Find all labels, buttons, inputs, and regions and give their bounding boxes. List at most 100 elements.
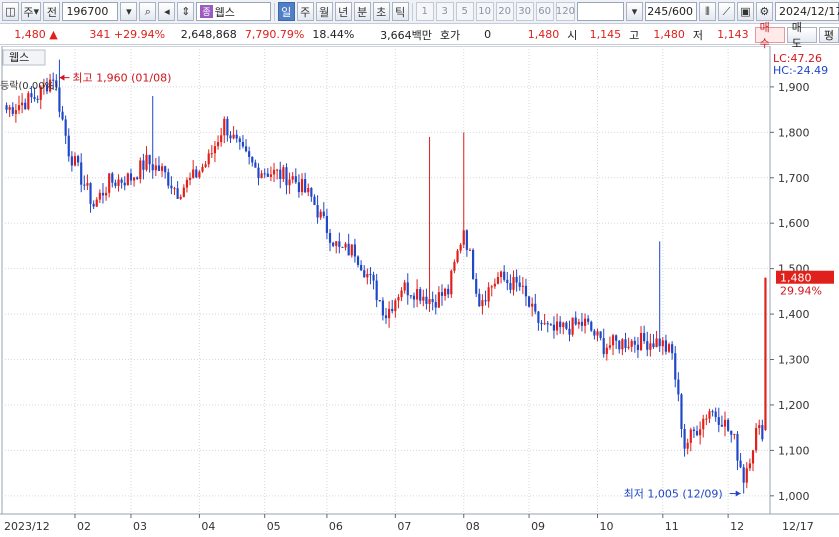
candle-body (527, 296, 531, 307)
candle-body (624, 339, 627, 348)
minute-30[interactable]: 30 (515, 2, 534, 21)
candle-body (692, 429, 695, 431)
minute-1[interactable]: 1 (415, 2, 434, 21)
eval-button[interactable]: 평 (818, 26, 839, 43)
high-price: 1,480 (653, 28, 685, 41)
candle-body (515, 276, 518, 283)
candle-body (549, 324, 552, 326)
candle-body (686, 442, 689, 449)
candle-body (605, 347, 608, 355)
candle-body (350, 244, 353, 256)
x-tick-label: 07 (397, 520, 411, 533)
candle-body (328, 232, 332, 243)
candle-body (67, 135, 70, 157)
candle-body (251, 156, 254, 163)
minute-5[interactable]: 5 (455, 2, 474, 21)
candle-body (319, 211, 322, 218)
volume: 2,648,868 (180, 28, 237, 41)
candle-body (708, 411, 711, 419)
candle-body (179, 196, 182, 199)
count-field[interactable]: 245/600 (644, 2, 697, 21)
candle-body (232, 134, 235, 139)
y-tick-label: 1,900 (778, 81, 810, 94)
y-tick-label: 1,700 (778, 172, 810, 185)
stock-name-field[interactable]: 종 웹스 (196, 2, 271, 21)
candle-body (27, 93, 30, 110)
candle-body (142, 160, 145, 170)
minute-120[interactable]: 120 (555, 2, 576, 21)
arrows-icon[interactable]: ⇕ (177, 2, 195, 21)
period-day[interactable]: 일 (277, 2, 295, 21)
code-dropdown-icon[interactable]: ▾ (120, 2, 138, 21)
candle-body (537, 311, 540, 323)
candle-body (263, 173, 266, 175)
period-second[interactable]: 초 (372, 2, 390, 21)
candle-body (540, 322, 543, 325)
custom-period-input[interactable] (577, 2, 624, 21)
candle-body (764, 277, 767, 430)
price-chart-area[interactable]: 1,000 1,100 1,200 1,300 1,400 1,500 1,600 1,700… (0, 45, 839, 537)
candle-body (86, 183, 89, 186)
candle-body (338, 241, 341, 247)
period-minute[interactable]: 분 (353, 2, 371, 21)
save-icon[interactable]: ▣ (736, 2, 754, 21)
candle-body (689, 429, 692, 443)
minute-10[interactable]: 10 (475, 2, 494, 21)
speaker-icon[interactable]: ◂ (158, 2, 176, 21)
candle-body (711, 411, 714, 413)
candle-body (661, 340, 664, 347)
candle-body (403, 282, 406, 291)
candle-body (434, 301, 437, 308)
candle-body (170, 185, 173, 189)
candle-body (730, 430, 733, 435)
candle-body (546, 323, 549, 325)
code-input[interactable]: 196700 (62, 2, 119, 21)
candle-body (297, 182, 301, 193)
candle-body (596, 331, 599, 336)
period-year[interactable]: 년 (334, 2, 352, 21)
buy-button[interactable]: 매수 (754, 21, 785, 50)
candle-body (80, 162, 83, 185)
sell-button[interactable]: 매도 (786, 21, 817, 50)
candlestick-chart[interactable]: 1,0001,1001,2001,3001,4001,5001,6001,700… (0, 45, 839, 537)
period-month[interactable]: 월 (315, 2, 333, 21)
candle-body (353, 244, 356, 257)
candle-body (5, 105, 8, 110)
line-tool-icon[interactable]: ⟋ (717, 2, 735, 21)
candle-icon[interactable]: ⫴ (698, 2, 716, 21)
candle-body (257, 167, 260, 179)
candle-body (552, 324, 556, 331)
chart-type-icon[interactable]: ◫ (2, 2, 19, 21)
chart-grid (1, 45, 771, 515)
candle-body (643, 332, 646, 342)
candle-body (176, 188, 179, 199)
candle-body (207, 153, 210, 165)
minute-20[interactable]: 20 (495, 2, 514, 21)
candle-body (745, 468, 748, 483)
low-label: 저 (692, 28, 703, 42)
candle-body (381, 300, 384, 316)
candle-body (671, 344, 674, 354)
candle-body (447, 288, 450, 295)
candle-body (652, 343, 655, 348)
candle-body (580, 321, 584, 326)
candle-body (266, 173, 269, 177)
candle-body (593, 330, 596, 336)
candle-body (285, 167, 288, 186)
candle-body (720, 424, 723, 427)
period-week[interactable]: 주 (296, 2, 314, 21)
market-select[interactable]: 주 ▾ (21, 2, 42, 21)
minute-3[interactable]: 3 (435, 2, 454, 21)
minute-60[interactable]: 60 (535, 2, 554, 21)
count-value: 245 (647, 5, 669, 18)
candle-body (229, 135, 232, 139)
prev-button[interactable]: 전 (43, 2, 61, 21)
candle-body (313, 196, 316, 206)
period-tick[interactable]: 틱 (391, 2, 409, 21)
candle-body (683, 428, 686, 449)
search-icon[interactable]: ⌕ (139, 2, 157, 21)
market-label: 주 (23, 5, 34, 19)
period-dropdown-icon[interactable]: ▾ (625, 2, 643, 21)
candle-body (300, 179, 304, 193)
candle-body (325, 216, 328, 233)
